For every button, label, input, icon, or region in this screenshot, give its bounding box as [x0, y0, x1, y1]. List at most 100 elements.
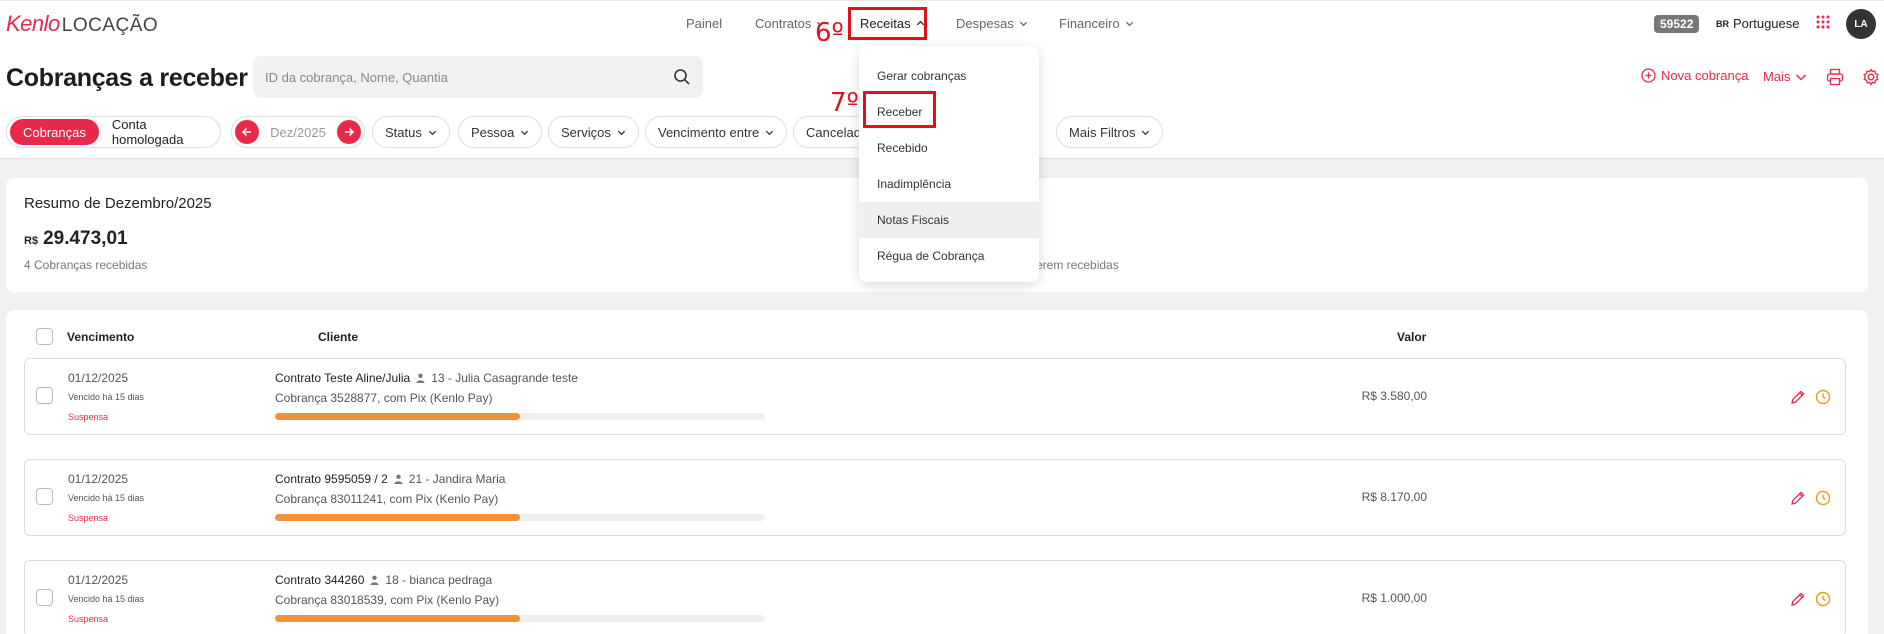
kenlo-logo[interactable]: Kenlo LOCAÇÃO [6, 11, 158, 37]
client-name: 13 - Julia Casagrande teste [431, 371, 578, 385]
charge-description: Cobrança 83018539, com Pix (Kenlo Pay) [275, 593, 500, 607]
header-cliente: Cliente [318, 330, 359, 344]
filter-status[interactable]: Status [372, 116, 450, 148]
arrow-right-icon [345, 127, 355, 137]
toggle-cobrancas[interactable]: Cobranças [10, 119, 99, 145]
search-box [253, 56, 703, 98]
filter-servicos-label: Serviços [561, 124, 611, 140]
header-valor: Valor [1397, 330, 1427, 344]
search-icon[interactable] [673, 68, 691, 86]
person-icon [394, 474, 403, 484]
period-navigator: Dez/2025 [231, 116, 365, 148]
filter-pessoa[interactable]: Pessoa [458, 116, 543, 148]
search-input[interactable] [265, 56, 665, 98]
nav-despesas-label: Despesas [956, 16, 1014, 31]
due-date: 01/12/2025 [68, 371, 129, 385]
overdue-text: Vencido há 15 dias [68, 594, 145, 604]
nav-despesas[interactable]: Despesas [956, 16, 1028, 31]
received-count: 4 Cobranças recebidas [24, 258, 148, 272]
charge-value: R$ 1.000,00 [1361, 591, 1427, 605]
annotation-label-step7: 7º [830, 88, 859, 118]
new-charge-button[interactable]: Nova cobrança [1641, 68, 1748, 83]
table-row[interactable]: 01/12/2025 Vencido há 15 dias Suspensa C… [24, 459, 1846, 536]
client-name: 18 - bianca pedraga [385, 573, 493, 587]
apps-grid-icon[interactable] [1816, 15, 1830, 29]
row-checkbox[interactable] [36, 387, 53, 404]
chevron-down-icon [617, 130, 625, 135]
person-icon [416, 373, 425, 383]
table-row[interactable]: 01/12/2025 Vencido há 15 dias Suspensa C… [24, 560, 1846, 634]
progress-bar [275, 413, 765, 420]
pencil-icon[interactable] [1790, 591, 1806, 607]
chevron-down-icon [521, 130, 529, 135]
charges-table: Vencimento Cliente Valor 01/12/2025 Venc… [6, 310, 1868, 634]
nav-contratos-label: Contratos [755, 16, 812, 31]
table-row[interactable]: 01/12/2025 Vencido há 15 dias Suspensa C… [24, 358, 1846, 435]
charge-description: Cobrança 3528877, com Pix (Kenlo Pay) [275, 391, 493, 405]
next-period-button[interactable] [337, 120, 361, 144]
charge-value: R$ 3.580,00 [1361, 389, 1427, 403]
charges-toggle: Cobranças Conta homologada [6, 116, 221, 148]
toggle-conta-homologada[interactable]: Conta homologada [99, 117, 217, 147]
status-badge: Suspensa [68, 412, 109, 422]
new-charge-label: Nova cobrança [1661, 68, 1749, 83]
filter-pessoa-label: Pessoa [471, 124, 515, 140]
contract-link[interactable]: Contrato 9595059 / 2 [275, 472, 388, 486]
annotation-box-step6 [848, 7, 927, 40]
annotation-box-step7 [863, 91, 936, 128]
nav-financeiro[interactable]: Financeiro [1059, 16, 1134, 31]
summary-amount: R$ 29.473,01 [24, 228, 128, 250]
header-vencimento: Vencimento [67, 330, 135, 344]
filter-status-label: Status [385, 124, 422, 140]
due-date: 01/12/2025 [68, 472, 129, 486]
row-checkbox[interactable] [36, 589, 53, 606]
previous-period-button[interactable] [235, 120, 259, 144]
nav-painel[interactable]: Painel [686, 16, 722, 31]
user-avatar[interactable]: LA [1846, 9, 1876, 39]
select-all-checkbox[interactable] [36, 328, 53, 345]
contract-link[interactable]: Contrato 344260 [275, 573, 364, 587]
progress-bar [275, 514, 765, 521]
status-badge: Suspensa [68, 614, 109, 624]
chevron-down-icon [428, 130, 436, 135]
overdue-text: Vencido há 15 dias [68, 392, 145, 402]
menu-item-notas-fiscais[interactable]: Notas Fiscais [859, 202, 1039, 238]
filter-vencimento-label: Vencimento entre [658, 124, 760, 140]
menu-item-gerar-cobrancas[interactable]: Gerar cobranças [859, 58, 1039, 94]
contract-line: Contrato 344260 18 - bianca pedraga [275, 573, 492, 587]
client-name: 21 - Jandira Maria [408, 472, 506, 486]
clock-icon[interactable] [1815, 591, 1831, 607]
language-selector[interactable]: BR Portuguese [1716, 16, 1800, 31]
menu-item-regua-de-cobranca[interactable]: Régua de Cobrança [859, 238, 1039, 274]
menu-item-inadimplencia[interactable]: Inadimplência [859, 166, 1039, 202]
amount-value: 29.473,01 [43, 228, 128, 249]
progress-fill [275, 615, 520, 622]
chevron-down-icon [1125, 21, 1133, 27]
annotation-label-step6: 6º [815, 18, 844, 48]
table-header: Vencimento Cliente Valor [6, 310, 1868, 354]
pencil-icon[interactable] [1790, 389, 1806, 405]
due-date: 01/12/2025 [68, 573, 129, 587]
filter-mais-filtros[interactable]: Mais Filtros [1056, 116, 1164, 148]
chevron-down-icon [1796, 74, 1807, 80]
pencil-icon[interactable] [1790, 490, 1806, 506]
language-label: Portuguese [1733, 16, 1800, 31]
filter-vencimento[interactable]: Vencimento entre [645, 116, 788, 148]
clock-icon[interactable] [1815, 490, 1831, 506]
contract-link[interactable]: Contrato Teste Aline/Julia [275, 371, 410, 385]
logo-product-text: LOCAÇÃO [61, 15, 159, 36]
version-badge: 59522 [1654, 15, 1700, 33]
clock-icon[interactable] [1815, 389, 1831, 405]
gear-icon[interactable] [1862, 68, 1880, 86]
filter-servicos[interactable]: Serviços [548, 116, 639, 148]
menu-item-recebido[interactable]: Recebido [859, 130, 1039, 166]
filter-mais-filtros-label: Mais Filtros [1069, 124, 1136, 140]
currency-symbol: R$ [24, 235, 39, 247]
more-label: Mais [1763, 69, 1791, 84]
filter-cancelados-label: Cancelad [806, 124, 861, 140]
person-icon [370, 575, 379, 585]
summary-title: Resumo de Dezembro/2025 [24, 195, 212, 212]
printer-icon[interactable] [1826, 68, 1844, 86]
more-button[interactable]: Mais [1763, 69, 1807, 84]
row-checkbox[interactable] [36, 488, 53, 505]
